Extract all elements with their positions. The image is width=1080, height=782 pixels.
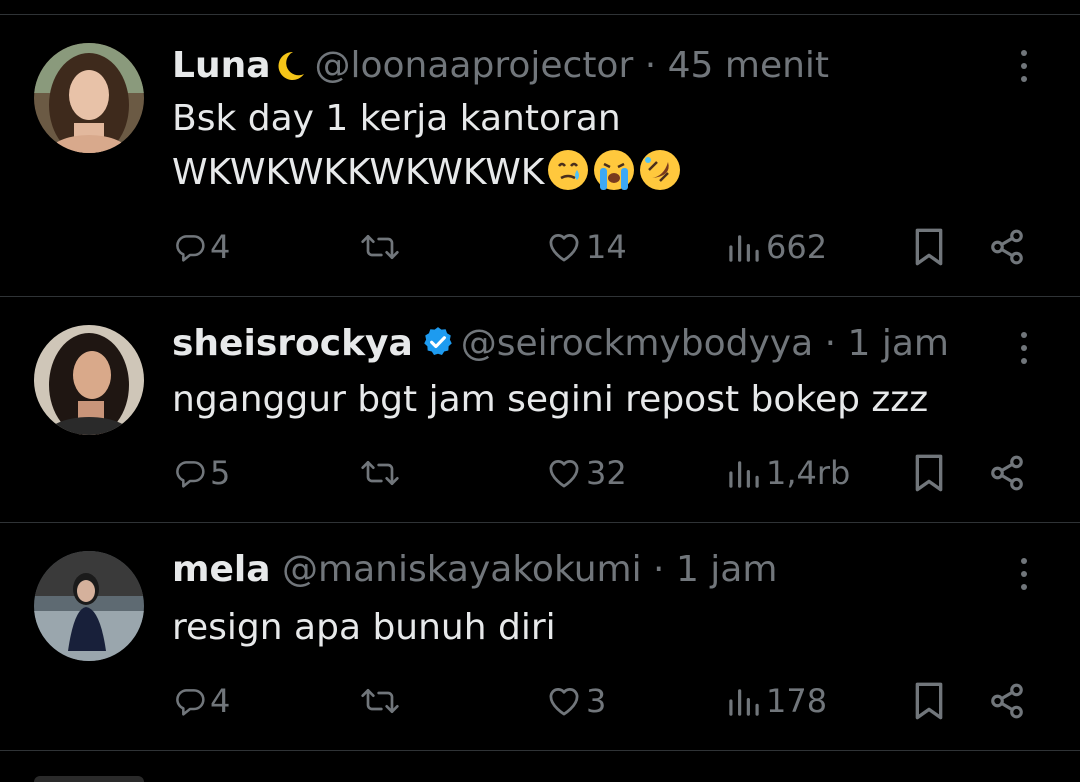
tweet-actions: 4 14 662 xyxy=(0,222,1080,272)
tweet-text-line-2: WKWKWKKWKWKWK xyxy=(172,146,992,208)
reply-button[interactable]: 4 xyxy=(174,222,230,272)
analytics-icon xyxy=(729,689,759,716)
views-button[interactable]: 178 xyxy=(726,676,827,726)
avatar[interactable] xyxy=(34,551,144,661)
display-name[interactable]: sheisrockya xyxy=(172,323,413,364)
like-count: 14 xyxy=(586,228,627,266)
view-count: 178 xyxy=(766,682,828,720)
share-icon xyxy=(991,229,1023,265)
heart-icon xyxy=(549,234,579,262)
user-handle[interactable]: @seirockmybodyya xyxy=(461,323,813,364)
reply-icon xyxy=(176,461,205,488)
tweet-text: resign apa bunuh diri xyxy=(172,601,992,655)
share-button[interactable] xyxy=(988,222,1026,272)
user-handle[interactable]: @loonaaprojector xyxy=(315,45,634,86)
reply-button[interactable]: 4 xyxy=(174,676,230,726)
bookmark-button[interactable] xyxy=(912,448,946,498)
face-holding-back-tears-icon xyxy=(546,148,590,208)
more-options-icon[interactable] xyxy=(1010,46,1038,86)
user-handle[interactable]: @maniskayakokumi xyxy=(282,549,642,590)
repost-icon xyxy=(361,235,399,259)
reply-icon xyxy=(176,689,205,716)
share-button[interactable] xyxy=(988,448,1026,498)
separator: · xyxy=(644,45,657,86)
avatar[interactable] xyxy=(34,43,144,153)
tweet-actions: 5 32 1,4rb xyxy=(0,448,1080,498)
timestamp[interactable]: 45 menit xyxy=(668,45,829,86)
repost-button[interactable] xyxy=(358,448,406,498)
reply-count: 4 xyxy=(210,682,231,720)
tweet-header: mela @maniskayakokumi · 1 jam xyxy=(172,546,777,594)
more-options-icon[interactable] xyxy=(1010,328,1038,368)
avatar[interactable] xyxy=(34,325,144,435)
share-icon xyxy=(991,455,1023,491)
tweet-text: nganggur bgt jam segini repost bokep zzz xyxy=(172,373,992,427)
more-options-icon[interactable] xyxy=(1010,554,1038,594)
divider xyxy=(0,750,1080,751)
avatar[interactable] xyxy=(34,776,144,782)
bookmark-icon xyxy=(915,682,943,720)
repost-button[interactable] xyxy=(358,676,406,726)
tweet-text-segment: WKWKWKKWKWKWK xyxy=(172,152,545,193)
bookmark-button[interactable] xyxy=(912,222,946,272)
like-button[interactable]: 14 xyxy=(546,222,627,272)
separator: · xyxy=(653,549,665,590)
repost-icon xyxy=(361,689,399,713)
like-count: 3 xyxy=(586,682,607,720)
analytics-icon xyxy=(729,235,759,262)
tweet-text-line: Bsk day 1 kerja kantoran xyxy=(172,98,621,139)
tweet-text: Bsk day 1 kerja kantoran WKWKWKKWKWKWK xyxy=(172,92,992,208)
loudly-crying-face-icon xyxy=(592,148,636,208)
reply-icon xyxy=(176,235,205,262)
timestamp[interactable]: 1 jam xyxy=(676,549,777,590)
heart-icon xyxy=(549,460,579,488)
view-count: 662 xyxy=(766,228,828,266)
separator: · xyxy=(824,323,837,364)
reply-count: 4 xyxy=(210,228,231,266)
display-name[interactable]: Luna xyxy=(172,45,271,86)
divider xyxy=(0,522,1080,523)
bookmark-icon xyxy=(915,454,943,492)
verified-badge-icon xyxy=(421,324,455,372)
views-button[interactable]: 1,4rb xyxy=(726,448,850,498)
tweet-header: Luna @loonaaprojector · 45 menit xyxy=(172,42,829,90)
divider xyxy=(0,14,1080,15)
rolling-laughing-face-icon xyxy=(638,148,682,208)
tweet-text-line: resign apa bunuh diri xyxy=(172,607,556,648)
tweet-text-line: nganggur bgt jam segini repost bokep zzz xyxy=(172,379,929,420)
bookmark-button[interactable] xyxy=(912,676,946,726)
like-button[interactable]: 32 xyxy=(546,448,627,498)
reply-count: 5 xyxy=(210,454,231,492)
repost-icon xyxy=(361,461,399,485)
like-button[interactable]: 3 xyxy=(546,676,606,726)
view-count: 1,4rb xyxy=(766,454,851,492)
display-name[interactable]: mela xyxy=(172,549,271,590)
tweet-actions: 4 3 178 xyxy=(0,676,1080,726)
analytics-icon xyxy=(729,461,759,488)
tweet-header: sheisrockya @seirockmybodyya · 1 jam xyxy=(172,320,949,368)
share-button[interactable] xyxy=(988,676,1026,726)
repost-button[interactable] xyxy=(358,222,406,272)
reply-button[interactable]: 5 xyxy=(174,448,230,498)
like-count: 32 xyxy=(586,454,627,492)
bookmark-icon xyxy=(915,228,943,266)
views-button[interactable]: 662 xyxy=(726,222,827,272)
divider xyxy=(0,296,1080,297)
heart-icon xyxy=(549,688,579,716)
share-icon xyxy=(991,683,1023,719)
crescent-moon-icon xyxy=(273,48,307,96)
timestamp[interactable]: 1 jam xyxy=(848,323,949,364)
